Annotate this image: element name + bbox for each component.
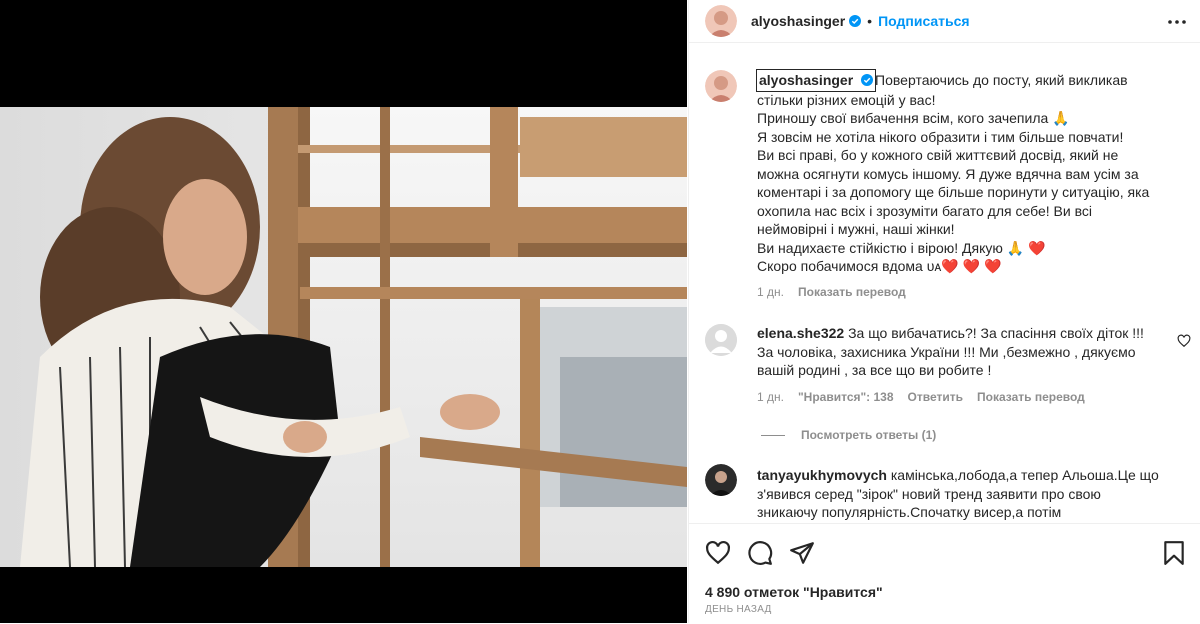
comment-time[interactable]: 1 дн. [757,390,784,404]
comment-icon[interactable] [747,540,773,566]
comment-text: elena.she322 За що вибачатись?! За спасі… [757,324,1167,380]
comment-likes-count[interactable]: "Нравится": 138 [798,390,894,404]
verified-badge-icon [861,74,874,86]
caption-line: Повертаючись до посту, який викликав [875,72,1128,88]
comment-reply-button[interactable]: Ответить [908,390,963,404]
view-replies-button[interactable]: Посмотреть ответы (1) [761,428,936,442]
avatar-image [705,5,737,37]
comments-list[interactable]: alyoshasinger Повертаючись до посту, яки… [689,44,1200,522]
caption-avatar[interactable] [705,70,737,102]
caption-line: Я зовсім не хотіла нікого образити і тим… [757,128,1124,145]
comment-like-heart-icon[interactable] [1177,334,1191,348]
replies-divider [761,434,785,436]
verified-badge-icon [849,15,862,27]
caption-line: Скоро побачимося вдома ᴜᴀ❤️ ❤️ ❤️ [757,258,1002,274]
comment-line: камінська,лобода,а тепер Альоша.Це що [890,467,1159,483]
commenter-avatar[interactable] [705,464,737,496]
photo-illustration [0,107,687,567]
default-avatar-icon [705,324,737,356]
caption-line: неймовірні і мужні, наші жінки! [757,221,955,237]
send-icon[interactable] [789,540,815,566]
post-side-panel: alyoshasinger • Подписаться alyoshasinge… [688,0,1200,623]
caption-line: стільки різних емоцій у вас! [757,91,936,108]
follow-button[interactable]: Подписаться [878,13,970,29]
post-date[interactable]: ДЕНЬ НАЗАД [705,604,772,615]
author-avatar[interactable] [705,5,737,37]
comment-line: з'явився серед "зірок" новий тренд заяви… [757,485,1101,502]
caption-meta: 1 дн. Показать перевод [757,285,1200,299]
comment-translate-link[interactable]: Показать перевод [977,390,1085,404]
comment-username[interactable]: elena.she322 [757,325,844,341]
header-separator: • [867,13,873,29]
likes-count[interactable]: 4 890 отметок "Нравится" [705,584,883,600]
more-options-icon[interactable] [1165,12,1189,32]
caption-username-box[interactable]: alyoshasinger [755,69,877,92]
post-actions: 4 890 отметок "Нравится" ДЕНЬ НАЗАД [689,523,1200,624]
comment-line: вашій родині , за все що ви робите ! [757,362,992,378]
caption-line: Ви надихаєте стійкістю і вірою! Дякую 🙏 … [757,239,1046,256]
comment-meta: 1 дн. "Нравится": 138 Ответить Показать … [757,390,1200,404]
caption-line: можна осягнути комусь іншому. Я дуже вдя… [757,165,1139,182]
instagram-post-view: alyoshasinger • Подписаться alyoshasinge… [0,0,1200,623]
caption-line: охопила нас всіх і зрозуміти багато для … [757,202,1092,219]
caption-line: коментарі і за допомогу ще більше порину… [757,184,1150,200]
view-replies-label: Посмотреть ответы (1) [801,428,937,442]
caption-text: alyoshasinger Повертаючись до посту, яки… [755,69,1187,276]
avatar-image [705,70,737,102]
comment-text: tanyayukhymovych камінська,лобода,а тепе… [757,466,1167,522]
caption-username[interactable]: alyoshasinger [759,72,853,88]
post-photo[interactable] [0,107,687,567]
comment-line: зникаючу популярність.Спочатку висер,а п… [757,504,1062,520]
caption-line: Приношу свої вибачення всім, кого зачепи… [757,110,1070,126]
commenter-avatar[interactable] [705,324,737,356]
comment-username[interactable]: tanyayukhymovych [757,467,887,483]
post-media [0,0,687,623]
avatar-image [705,464,737,496]
caption-line: Ви всі праві, бо у кожного свій життєвий… [757,147,1119,163]
caption-translate-link[interactable]: Показать перевод [798,285,906,299]
heart-icon[interactable] [705,540,731,566]
post-header: alyoshasinger • Подписаться [689,0,1200,43]
header-username[interactable]: alyoshasinger [751,13,845,29]
comment-line: За що вибачатись?! За спасіння своїх діт… [848,325,1144,341]
caption-time[interactable]: 1 дн. [757,285,784,299]
comment-line: За чоловіка, захисника України !!! Ми ,б… [757,343,1136,360]
bookmark-icon[interactable] [1161,540,1187,566]
